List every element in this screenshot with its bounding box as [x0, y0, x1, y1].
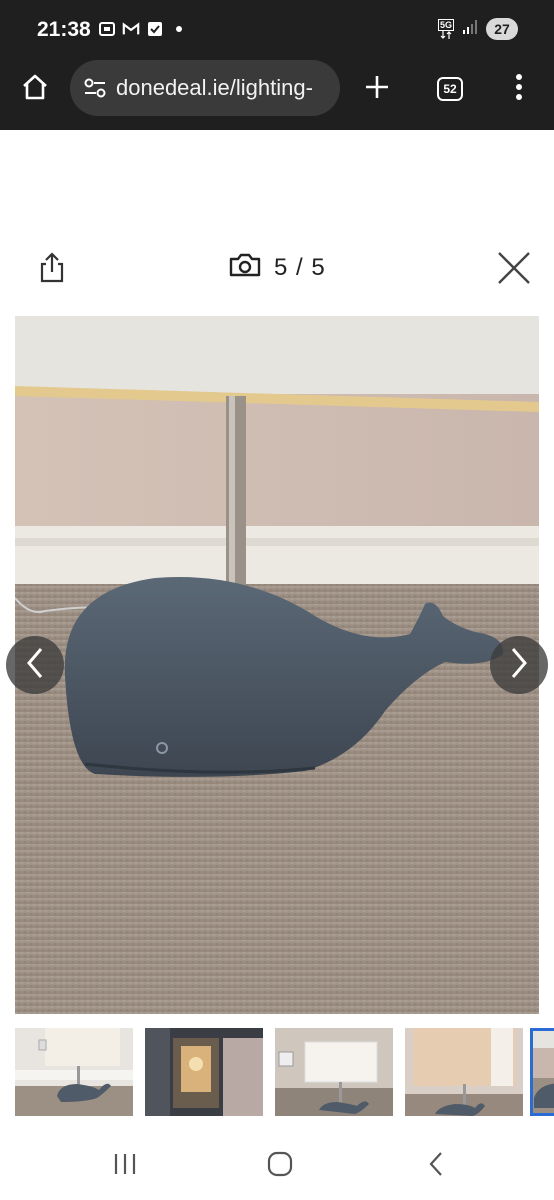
notification-icons: [98, 20, 188, 38]
recent-apps-icon: [112, 1152, 138, 1181]
close-gallery-button[interactable]: [494, 250, 534, 290]
browser-chrome: 21:38 5G 27 donedeal.ie/lighting- 52: [0, 0, 554, 130]
status-bar: 21:38 5G 27: [0, 0, 554, 60]
android-nav-bar: [0, 1130, 554, 1200]
system-icons: 5G 27: [437, 18, 518, 40]
chevron-left-icon: [25, 647, 45, 684]
tab-count: 52: [443, 82, 457, 96]
home-icon: [20, 72, 50, 107]
tab-switcher-button[interactable]: 52: [430, 72, 470, 106]
android-home-button[interactable]: [266, 1151, 294, 1182]
home-button[interactable]: [14, 68, 56, 110]
battery-icon: 27: [486, 18, 518, 40]
back-icon: [426, 1151, 446, 1182]
dot-icon: [170, 20, 188, 38]
thumbnail-5[interactable]: [530, 1028, 554, 1116]
new-tab-button[interactable]: [356, 68, 398, 110]
url-text: donedeal.ie/lighting-: [116, 75, 313, 100]
thumbnail-3[interactable]: [275, 1028, 393, 1116]
thumbnail-strip: [0, 1028, 554, 1118]
previous-image-button[interactable]: [6, 636, 64, 694]
next-image-button[interactable]: [490, 636, 548, 694]
more-menu-button[interactable]: [502, 68, 536, 110]
browser-toolbar: donedeal.ie/lighting- 52: [0, 60, 554, 118]
status-time: 21:38: [37, 18, 91, 41]
counter-text: 5 / 5: [274, 253, 326, 281]
android-back-button[interactable]: [424, 1151, 448, 1182]
address-bar[interactable]: donedeal.ie/lighting-: [70, 60, 340, 116]
more-vert-icon: [515, 73, 523, 106]
share-icon: [38, 251, 66, 289]
camera-icon: [228, 252, 262, 283]
image-counter: 5 / 5: [228, 252, 326, 283]
share-button[interactable]: [32, 250, 72, 290]
thumbnail-1[interactable]: [15, 1028, 133, 1116]
chevron-right-icon: [509, 647, 529, 684]
checkbox-icon: [146, 20, 164, 38]
tune-icon[interactable]: [82, 75, 108, 101]
main-photo[interactable]: [15, 316, 539, 1014]
thumbnail-2[interactable]: [145, 1028, 263, 1116]
gmail-icon: [122, 20, 140, 38]
thumbnail-4[interactable]: [405, 1028, 523, 1116]
recent-apps-button[interactable]: [112, 1152, 138, 1181]
network-5g-icon: 5G: [437, 19, 454, 39]
plus-icon: [364, 74, 390, 105]
home-circle-icon: [267, 1151, 293, 1182]
signal-icon: [462, 19, 478, 40]
network-label: 5G: [437, 19, 454, 31]
close-icon: [496, 250, 532, 291]
battery-level: 27: [494, 21, 510, 37]
screenshot-icon: [98, 20, 116, 38]
tabs-icon: 52: [437, 77, 463, 101]
